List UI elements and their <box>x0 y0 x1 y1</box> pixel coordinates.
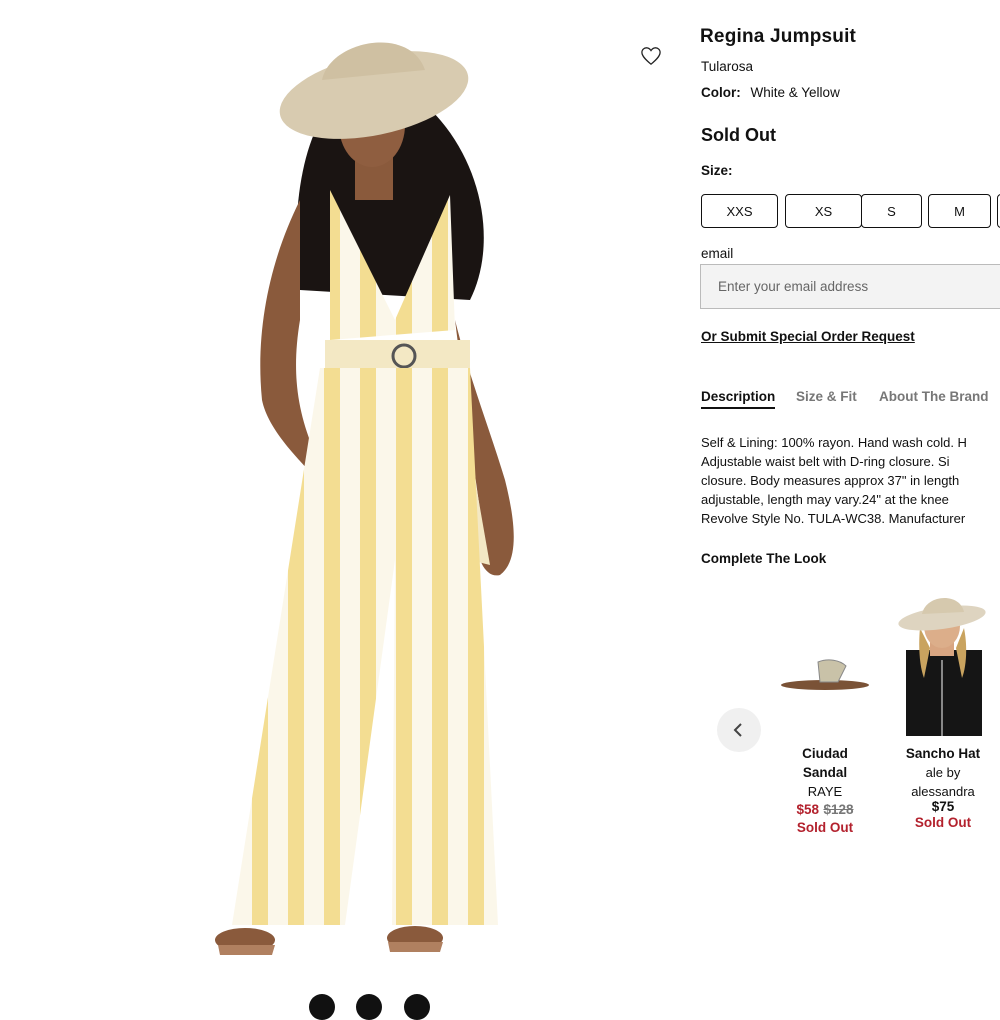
size-label: Size: <box>701 163 733 178</box>
original-price: $128 <box>823 802 854 817</box>
chevron-left-icon <box>733 723 742 737</box>
description-line: Adjustable waist belt with D-ring closur… <box>701 454 950 469</box>
stock-status: Sold Out <box>701 125 776 145</box>
look-item-image-sandal[interactable] <box>768 590 882 735</box>
size-button-m[interactable]: M <box>928 194 991 228</box>
complete-the-look-heading: Complete The Look <box>701 551 827 566</box>
look-item-status: Sold Out <box>796 820 854 835</box>
email-field[interactable] <box>700 264 1000 309</box>
color-row: Color: White & Yellow <box>701 85 840 100</box>
product-title: Regina Jumpsuit <box>700 26 857 47</box>
description-line: Self & Lining: 100% rayon. Hand wash col… <box>701 435 967 450</box>
image-dot-2[interactable] <box>356 994 382 1020</box>
tab-about-the-brand[interactable]: About The Brand <box>879 389 989 404</box>
look-item-name[interactable]: Sancho Hat <box>884 744 1000 763</box>
product-image[interactable] <box>0 0 660 1000</box>
size-button-xxs[interactable]: XXS <box>701 194 778 228</box>
email-label: email <box>701 246 734 261</box>
tab-description[interactable]: Description <box>701 389 776 409</box>
look-item-brand: RAYE <box>807 784 843 799</box>
look-item-price: $75 <box>931 799 955 814</box>
product-brand[interactable]: Tularosa <box>701 59 753 74</box>
description-line: closure. Body measures approx 37" in len… <box>701 473 960 488</box>
sandal-image <box>781 659 869 690</box>
look-item-price: $58 $128 <box>765 801 885 819</box>
special-order-link[interactable]: Or Submit Special Order Request <box>701 329 915 344</box>
size-button-s[interactable]: S <box>861 194 922 228</box>
product-photo-illustration <box>215 42 514 955</box>
description-line: adjustable, length may vary.24" at the k… <box>701 492 949 507</box>
heart-outline-icon[interactable] <box>640 46 662 66</box>
color-label: Color: <box>701 85 741 100</box>
carousel-prev-button[interactable] <box>717 708 761 752</box>
look-item-image-hat[interactable] <box>890 588 995 736</box>
look-item-brand: ale by <box>925 765 961 780</box>
look-item-name[interactable]: Ciudad <box>765 744 885 763</box>
description-line: Revolve Style No. TULA-WC38. Manufacture… <box>701 511 966 526</box>
color-value: White & Yellow <box>750 85 840 100</box>
image-dot-1[interactable] <box>309 994 335 1020</box>
look-item-status: Sold Out <box>914 815 972 830</box>
sale-price: $58 <box>796 802 820 817</box>
look-item-name[interactable]: Sandal <box>765 763 885 782</box>
tab-size-fit[interactable]: Size & Fit <box>796 389 857 404</box>
image-dot-3[interactable] <box>404 994 430 1020</box>
hat-model-image <box>898 597 986 736</box>
size-button-xs[interactable]: XS <box>785 194 862 228</box>
